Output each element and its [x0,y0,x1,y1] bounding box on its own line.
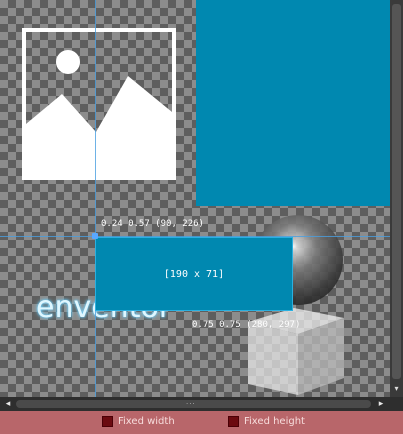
fixed-width-toggle[interactable]: Fixed width [102,416,175,427]
fixed-height-label: Fixed height [244,416,305,427]
selection-size-label: [190 x 71] [163,268,225,280]
selection-rectangle[interactable]: [190 x 71] [95,237,293,311]
end-coordinate-label: 0.75 0.75 (280, 297) [192,320,301,330]
cube-image[interactable] [238,300,350,395]
image-icon[interactable] [22,28,176,180]
vertical-scroll-thumb[interactable] [392,4,401,379]
horizontal-scrollbar[interactable]: ◂ ... ▸ [0,397,403,411]
scroll-left-arrow-icon[interactable]: ◂ [2,398,14,410]
vertical-guide-line [95,0,96,397]
scroll-right-arrow-icon[interactable]: ▸ [375,398,387,410]
fixed-width-checkbox[interactable] [102,416,113,427]
fixed-width-label: Fixed width [118,416,175,427]
blue-rectangle-object[interactable] [196,0,390,206]
enventor-window: enventor [190 x 71] 0.24 0.57 (90, 226) … [0,0,403,434]
bottom-toolbar: Fixed width Fixed height [0,411,403,434]
layout-canvas[interactable]: enventor [190 x 71] 0.24 0.57 (90, 226) … [0,0,390,397]
fixed-height-checkbox[interactable] [228,416,239,427]
scroll-down-arrow-icon[interactable]: ▾ [392,384,401,394]
scroll-grip-icon: ... [186,398,196,406]
vertical-scrollbar[interactable]: ▾ [390,0,403,397]
start-coordinate-label: 0.24 0.57 (90, 226) [101,219,204,229]
fixed-height-toggle[interactable]: Fixed height [228,416,305,427]
selection-start-handle[interactable] [92,233,98,239]
